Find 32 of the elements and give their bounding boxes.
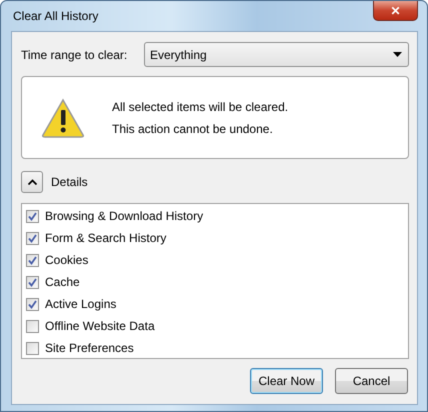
checkbox-label: Browsing & Download History <box>45 208 204 225</box>
details-label: Details <box>51 174 88 191</box>
window-title: Clear All History <box>12 8 98 25</box>
checkbox-label: Offline Website Data <box>45 318 155 335</box>
warning-text: This action cannot be undone. <box>112 120 274 138</box>
check-icon <box>28 212 37 220</box>
cancel-button[interactable]: Cancel <box>335 368 408 394</box>
check-icon <box>28 234 37 242</box>
checkbox[interactable] <box>26 232 39 244</box>
check-icon <box>28 300 37 308</box>
checkbox-label: Cookies <box>45 252 88 269</box>
checkbox[interactable] <box>26 254 39 266</box>
checkbox[interactable] <box>26 320 39 332</box>
time-range-label: Time range to clear: <box>21 46 128 64</box>
checkbox[interactable] <box>26 210 39 222</box>
clear-now-button[interactable]: Clear Now <box>250 368 323 394</box>
time-range-dropdown[interactable]: Everything <box>144 42 409 67</box>
chevron-up-icon <box>28 179 36 185</box>
caret-icon <box>393 52 402 57</box>
warning-icon <box>41 98 85 138</box>
checkbox[interactable] <box>26 342 39 354</box>
check-icon <box>28 278 37 286</box>
checkbox[interactable] <box>26 276 39 288</box>
checkbox-label: Active Logins <box>45 296 116 313</box>
warning-text: All selected items will be cleared. <box>112 98 288 116</box>
close-button[interactable]: ✕ <box>373 1 418 21</box>
checkbox-label: Form & Search History <box>45 230 166 247</box>
check-icon <box>28 256 37 264</box>
checkbox-label: Site Preferences <box>45 340 134 357</box>
checkbox-label: Cache <box>45 274 80 291</box>
details-toggle-button[interactable] <box>21 171 43 193</box>
checkbox[interactable] <box>26 298 39 310</box>
